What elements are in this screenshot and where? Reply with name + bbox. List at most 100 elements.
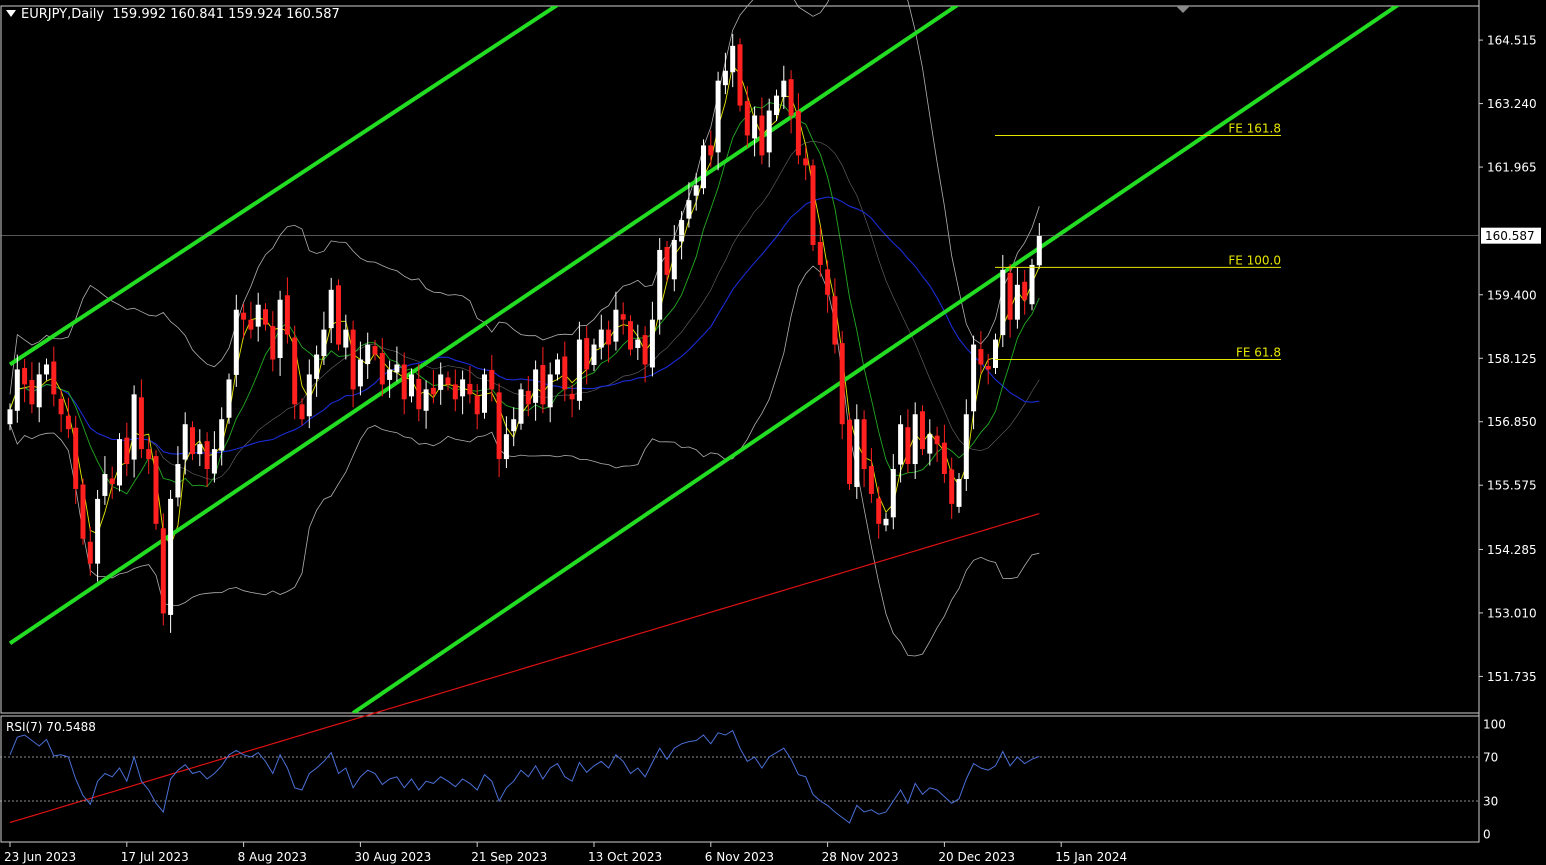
candle-body — [219, 419, 225, 451]
candle-body — [314, 354, 320, 379]
candle-body — [394, 364, 400, 373]
y-tick-label: 164.515 — [1487, 34, 1537, 48]
y-tick-label: 154.285 — [1487, 543, 1537, 557]
candle-body — [22, 367, 28, 385]
candle-body — [715, 80, 721, 153]
candle-body — [482, 374, 487, 413]
candle-body — [321, 329, 327, 357]
candle-body — [233, 309, 239, 375]
candle-body — [781, 80, 787, 98]
candle-body — [197, 444, 203, 455]
candle-body — [255, 304, 261, 327]
candle-body — [44, 364, 49, 375]
x-tick-label: 8 Aug 2023 — [238, 850, 307, 864]
rsi-tick-label: 0 — [1483, 828, 1491, 842]
candle-body — [518, 389, 524, 424]
ohlc-values: 159.992 160.841 159.924 160.587 — [112, 7, 340, 22]
candle-body — [299, 404, 305, 420]
candle-body — [117, 439, 122, 486]
y-tick-label: 158.125 — [1487, 352, 1537, 366]
candle-body — [693, 185, 699, 196]
candle-body — [496, 392, 502, 460]
candle-body — [226, 379, 232, 418]
candle-body — [963, 414, 969, 479]
candle-body — [649, 319, 655, 368]
candle-body — [153, 456, 159, 524]
symbol-label: EURJPY,Daily — [21, 7, 105, 22]
candle-body — [131, 394, 137, 460]
candle-body — [555, 359, 560, 375]
candle-body — [430, 387, 436, 395]
candle-body — [357, 359, 363, 387]
candle-body — [722, 70, 728, 86]
candle-body — [817, 241, 823, 265]
candle-body — [752, 115, 758, 139]
x-tick-label: 13 Oct 2023 — [588, 850, 662, 864]
y-tick-label: 151.735 — [1487, 670, 1537, 684]
candle-body — [474, 395, 480, 415]
candle-body — [306, 374, 312, 417]
candle-body — [686, 200, 692, 219]
candle-body — [540, 364, 546, 405]
candle-body — [160, 528, 166, 614]
candle-body — [36, 374, 42, 408]
candle-body — [795, 111, 801, 156]
candle-body — [452, 384, 458, 400]
candle-body — [241, 312, 247, 320]
candle-body — [460, 379, 466, 397]
candle-body — [971, 344, 977, 412]
y-tick-label: 159.400 — [1487, 288, 1537, 302]
rsi-label: RSI(7) 70.5488 — [6, 720, 96, 734]
candle-body — [606, 329, 612, 345]
rsi-tick-label: 70 — [1483, 751, 1498, 765]
candle-body — [628, 321, 633, 350]
candle-body — [387, 369, 393, 380]
candle-body — [379, 353, 385, 385]
candle-body — [788, 79, 794, 116]
candle-body — [562, 356, 568, 390]
candle-body — [416, 378, 422, 410]
candle-body — [58, 398, 64, 415]
candle-body — [87, 541, 93, 564]
candle-body — [365, 344, 371, 364]
candle-body — [511, 419, 517, 432]
candle-body — [744, 101, 750, 136]
candle-body — [489, 369, 495, 390]
candle-body — [14, 369, 20, 411]
candle-body — [993, 339, 998, 368]
candle-body — [168, 498, 174, 615]
candle-body — [80, 484, 86, 539]
price-chart[interactable]: FE 161.8 FE 100.0 FE 61.8 164.515 163.240 16… — [0, 0, 1546, 865]
candle-body — [1000, 269, 1006, 336]
x-tick-label: 28 Nov 2023 — [822, 850, 899, 864]
candle-body — [190, 427, 195, 455]
candle-body — [65, 415, 71, 430]
chart-title: EURJPY,Daily 159.992 160.841 159.924 160… — [6, 7, 340, 22]
chart-menu-triangle-icon[interactable] — [6, 10, 16, 17]
candle-body — [978, 349, 984, 365]
candle-body — [409, 374, 414, 397]
candle-body — [854, 419, 860, 487]
candle-body — [708, 145, 714, 156]
candle-body — [102, 474, 108, 496]
candle-body — [847, 419, 852, 484]
y-tick-label: 155.575 — [1487, 479, 1537, 493]
candle-body — [1007, 272, 1013, 320]
candle-body — [584, 338, 590, 370]
y-tick-label: 163.240 — [1487, 97, 1537, 111]
candle-body — [1036, 235, 1042, 266]
candle-body — [679, 220, 685, 242]
candle-body — [175, 464, 181, 498]
candle-body — [898, 424, 904, 465]
candle-body — [503, 434, 509, 460]
x-tick-label: 15 Jan 2024 — [1055, 850, 1127, 864]
candle-body — [576, 339, 582, 401]
candle-body — [292, 337, 298, 405]
candle-body — [598, 329, 604, 348]
candle-body — [350, 329, 356, 390]
candle-body — [343, 329, 349, 348]
candle-body — [701, 145, 706, 189]
candle-body — [664, 246, 670, 275]
x-tick-label: 23 Jun 2023 — [4, 850, 76, 864]
candle-body — [737, 44, 743, 106]
